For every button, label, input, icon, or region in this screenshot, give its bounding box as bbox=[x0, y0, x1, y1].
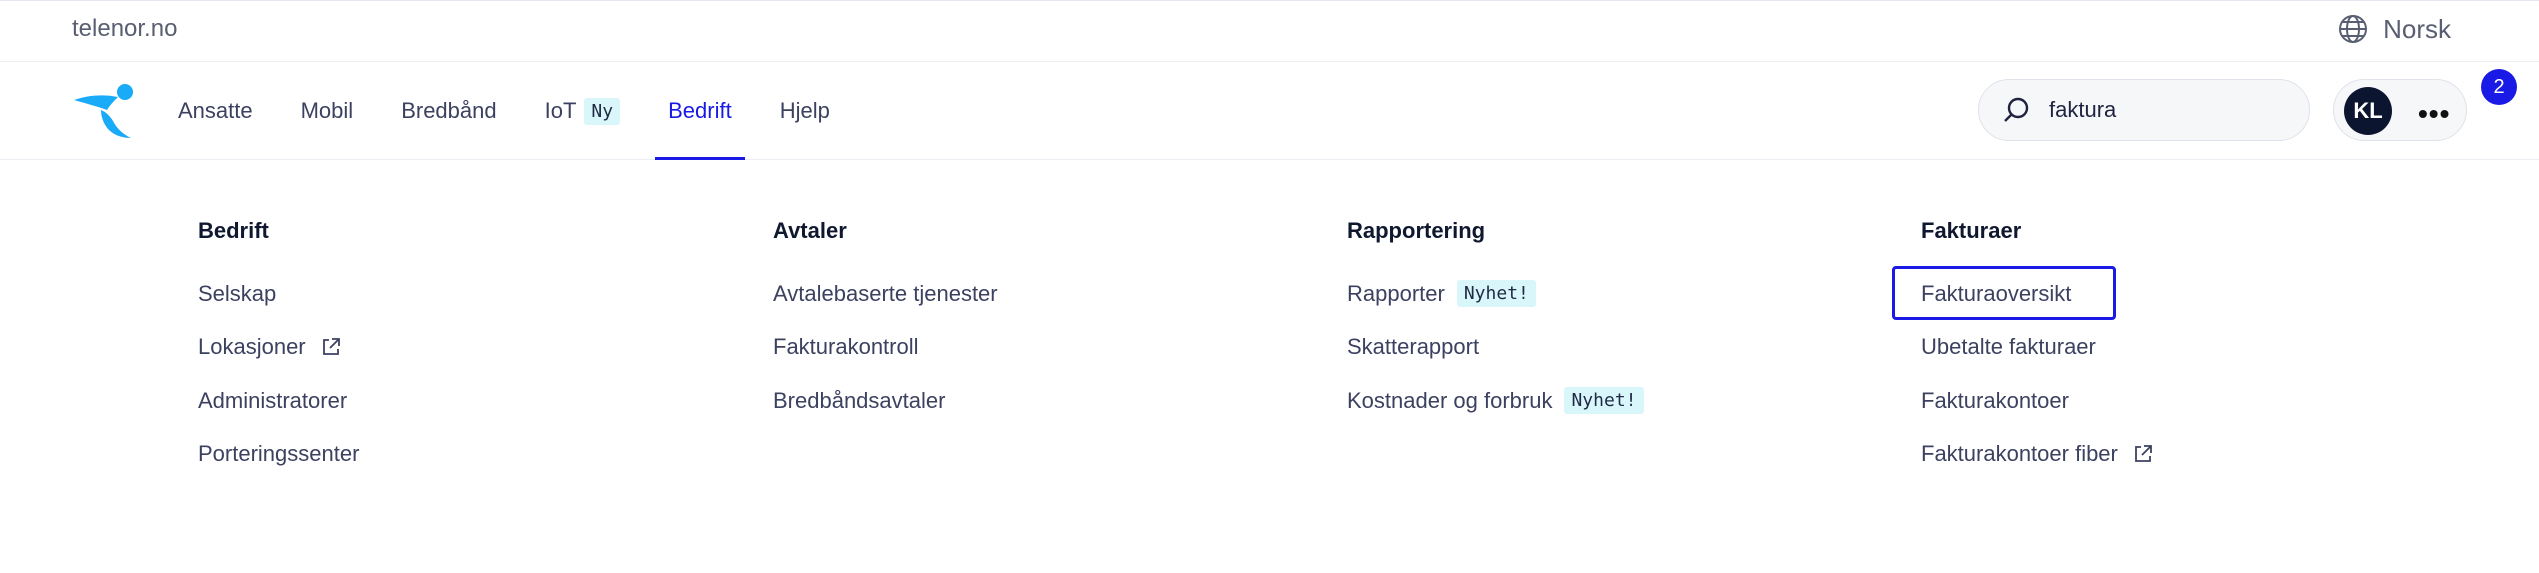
language-label: Norsk bbox=[2383, 13, 2451, 44]
menu-item-rapporter[interactable]: Rapporter Nyhet! bbox=[1347, 267, 1644, 321]
notification-badge: 2 bbox=[2481, 69, 2517, 105]
menu-item-label: Administratorer bbox=[198, 387, 348, 413]
external-link-icon bbox=[322, 338, 340, 356]
menu-column-fakturaer: Fakturaer Fakturaoversikt Ubetalte faktu… bbox=[1921, 218, 2154, 481]
column-list: Avtalebaserte tjenester Fakturakontroll … bbox=[773, 267, 998, 428]
menu-item-label: Bredbåndsavtaler bbox=[773, 387, 946, 413]
column-list: Selskap Lokasjoner Administratorer Porte… bbox=[198, 267, 359, 481]
column-title: Bedrift bbox=[198, 218, 269, 243]
nav-item-ansatte[interactable]: Ansatte bbox=[165, 62, 266, 160]
menu-item-label: Selskap bbox=[198, 280, 277, 306]
nav-label: Mobil bbox=[300, 98, 354, 123]
menu-item-fakturakontroll[interactable]: Fakturakontroll bbox=[773, 321, 998, 375]
menu-item-porteringssenter[interactable]: Porteringssenter bbox=[198, 428, 359, 482]
globe-icon bbox=[2339, 15, 2368, 43]
new-tag: Nyhet! bbox=[1564, 387, 1644, 415]
menu-item-label: Porteringssenter bbox=[198, 441, 360, 467]
search-box[interactable] bbox=[1978, 79, 2310, 141]
menu-column-bedrift: Bedrift Selskap Lokasjoner Administrator… bbox=[198, 218, 359, 481]
nav-item-iot[interactable]: IoT Ny bbox=[532, 62, 633, 160]
telenor-logo[interactable] bbox=[70, 80, 136, 142]
more-icon: ••• bbox=[2418, 98, 2451, 129]
nav-label: Ansatte bbox=[178, 98, 253, 123]
new-tag: Ny bbox=[584, 97, 621, 125]
column-title: Fakturaer bbox=[1921, 218, 2022, 243]
menu-item-label: Avtalebaserte tjenester bbox=[773, 280, 998, 306]
nav-item-bedrift[interactable]: Bedrift bbox=[655, 62, 745, 160]
menu-item-label: Rapporter bbox=[1347, 280, 1445, 306]
menu-item-label: Skatterapport bbox=[1347, 334, 1480, 360]
menu-item-lokasjoner[interactable]: Lokasjoner bbox=[198, 321, 359, 375]
menu-item-fakturaoversikt[interactable]: Fakturaoversikt bbox=[1921, 267, 2154, 321]
column-title: Avtaler bbox=[773, 218, 847, 243]
menu-item-fakturakontoer-fiber[interactable]: Fakturakontoer fiber bbox=[1921, 428, 2154, 482]
column-list: Fakturaoversikt Ubetalte fakturaer Faktu… bbox=[1921, 267, 2154, 481]
nav-label: Bedrift bbox=[668, 98, 732, 123]
menu-item-skatterapport[interactable]: Skatterapport bbox=[1347, 321, 1644, 375]
menu-item-label: Fakturakontoer bbox=[1921, 387, 2069, 413]
menu-item-selskap[interactable]: Selskap bbox=[198, 267, 359, 321]
external-link-icon bbox=[2134, 445, 2152, 463]
nav-item-hjelp[interactable]: Hjelp bbox=[767, 62, 843, 160]
menu-item-label: Kostnader og forbruk bbox=[1347, 387, 1553, 413]
column-title: Rapportering bbox=[1347, 218, 1486, 243]
nav-item-mobil[interactable]: Mobil bbox=[288, 62, 367, 160]
menu-item-avtalebaserte-tjenester[interactable]: Avtalebaserte tjenester bbox=[773, 267, 998, 321]
new-tag: Nyhet! bbox=[1456, 280, 1536, 308]
menu-item-fakturakontoer[interactable]: Fakturakontoer bbox=[1921, 374, 2154, 428]
menu-item-bredbandsavtaler[interactable]: Bredbåndsavtaler bbox=[773, 374, 998, 428]
site-link[interactable]: telenor.no bbox=[72, 15, 177, 43]
menu-item-kostnader-og-forbruk[interactable]: Kostnader og forbruk Nyhet! bbox=[1347, 374, 1644, 428]
menu-item-label: Ubetalte fakturaer bbox=[1921, 334, 2096, 360]
nav-item-bredband[interactable]: Bredbånd bbox=[388, 62, 509, 160]
menu-item-label: Fakturakontoer fiber bbox=[1921, 441, 2118, 467]
main-navbar: Ansatte Mobil Bredbånd IoT Ny Bedrift Hje… bbox=[0, 62, 2539, 160]
language-selector[interactable]: Norsk bbox=[2337, 13, 2451, 45]
menu-item-label: Fakturakontroll bbox=[773, 334, 919, 360]
avatar: KL bbox=[2344, 87, 2392, 135]
top-strip: telenor.no Norsk bbox=[0, 0, 2539, 62]
menu-item-label: Fakturaoversikt bbox=[1921, 280, 2072, 306]
nav-label: Bredbånd bbox=[401, 98, 497, 123]
column-list: Rapporter Nyhet! Skatterapport Kostnader … bbox=[1347, 267, 1644, 428]
menu-item-label: Lokasjoner bbox=[198, 334, 306, 360]
search-input[interactable] bbox=[2049, 97, 2289, 123]
menu-column-avtaler: Avtaler Avtalebaserte tjenester Fakturak… bbox=[773, 218, 998, 428]
nav-label: Hjelp bbox=[779, 98, 830, 123]
menu-item-ubetalte-fakturaer[interactable]: Ubetalte fakturaer bbox=[1921, 321, 2154, 375]
nav-label: IoT bbox=[544, 98, 577, 123]
user-menu-button[interactable]: KL ••• bbox=[2333, 79, 2467, 141]
menu-item-administratorer[interactable]: Administratorer bbox=[198, 374, 359, 428]
menu-column-rapportering: Rapportering Rapporter Nyhet! Skatterappo… bbox=[1347, 218, 1644, 428]
search-icon bbox=[2004, 97, 2029, 122]
primary-nav: Ansatte Mobil Bredbånd IoT Ny Bedrift Hje… bbox=[165, 62, 865, 160]
